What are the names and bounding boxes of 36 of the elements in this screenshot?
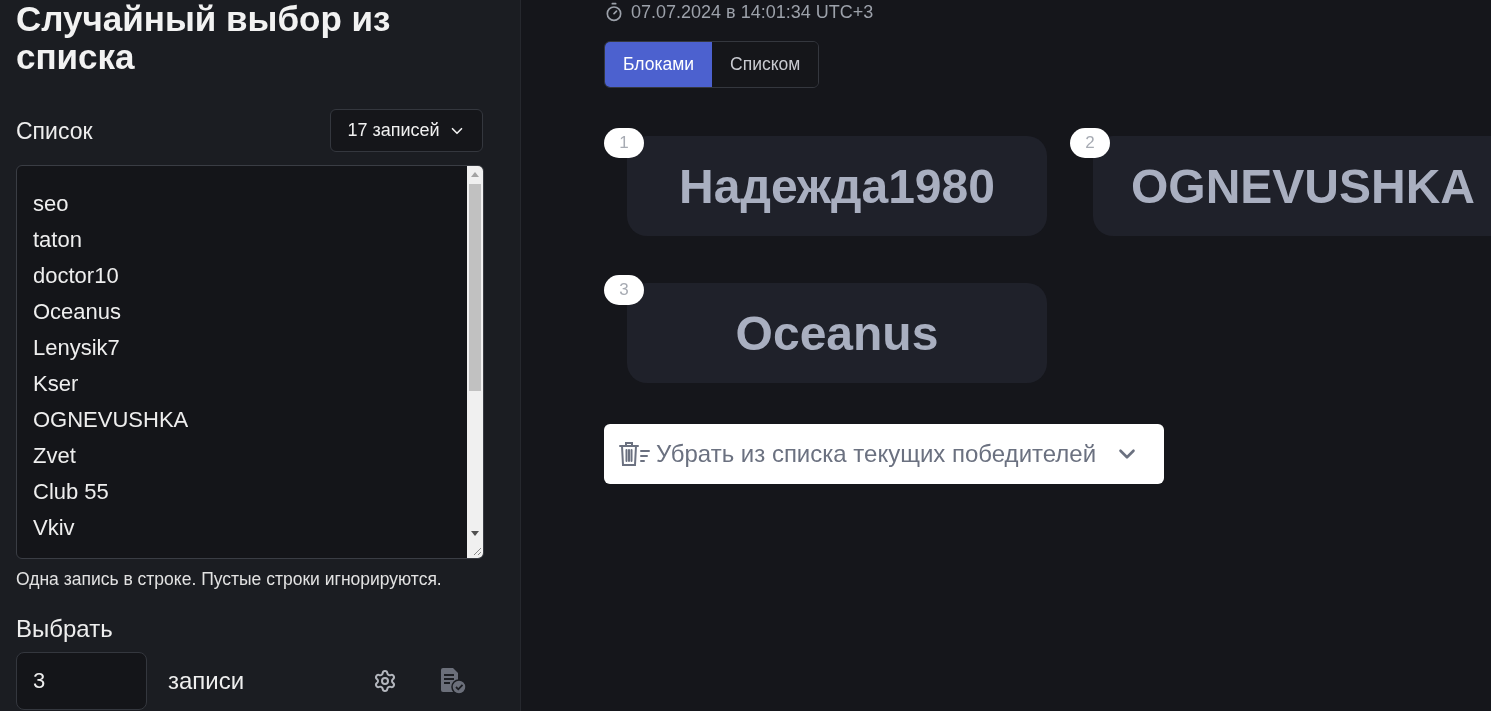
- view-tab[interactable]: Блоками: [605, 42, 712, 87]
- settings-icon[interactable]: [373, 669, 397, 693]
- entry-count-dropdown[interactable]: 17 записей: [330, 109, 483, 152]
- list-entry: seo: [33, 190, 69, 218]
- list-entry: Kser: [33, 370, 79, 398]
- list-textarea[interactable]: seo taton doctor10 Oceanus Lenysik7 Kser OGNEVUSHKA Zvet Club 55 Vkiv: [16, 165, 484, 559]
- list-label: Список: [16, 117, 93, 144]
- unit-label: записи: [168, 667, 245, 695]
- list-entry: taton: [33, 226, 82, 254]
- winner-number: 2: [1070, 128, 1110, 158]
- scroll-up-icon[interactable]: [471, 172, 479, 177]
- hint-text: Одна запись в строке. Пустые строки игнорируются.: [16, 568, 442, 590]
- list-entry: Oceanus: [33, 298, 122, 326]
- scrollbar-thumb[interactable]: [469, 184, 481, 391]
- winner-number: 1: [604, 128, 644, 158]
- page-title: Случайный выбор из списка: [16, 0, 392, 76]
- timestamp: 07.07.2024 в 14:01:34 UTC+3: [631, 1, 874, 23]
- stopwatch-icon: [604, 2, 624, 22]
- winner-number: 3: [604, 275, 644, 305]
- winner-name: Надежда1980: [679, 158, 995, 214]
- resize-grip-icon[interactable]: [472, 546, 482, 556]
- pick-label: Выбрать: [16, 616, 113, 642]
- count-input[interactable]: 3: [16, 652, 147, 710]
- list-entry: Vkiv: [33, 514, 75, 542]
- list-entry: doctor10: [33, 262, 119, 290]
- list-entry: OGNEVUSHKA: [33, 406, 189, 434]
- list-entry: Lenysik7: [33, 334, 120, 362]
- scroll-down-icon[interactable]: [471, 531, 479, 536]
- list-entry: Club 55: [33, 478, 109, 506]
- winner-name: Oceanus: [735, 305, 939, 361]
- list-entry: Zvet: [33, 442, 76, 470]
- remove-winners-button[interactable]: Убрать из списка текущих победителей: [604, 424, 1164, 484]
- winner-name: OGNEVUSHKA: [1130, 158, 1475, 214]
- trash-icon: [618, 441, 650, 467]
- scrollbar[interactable]: [467, 166, 483, 558]
- document-check-icon[interactable]: [439, 668, 467, 694]
